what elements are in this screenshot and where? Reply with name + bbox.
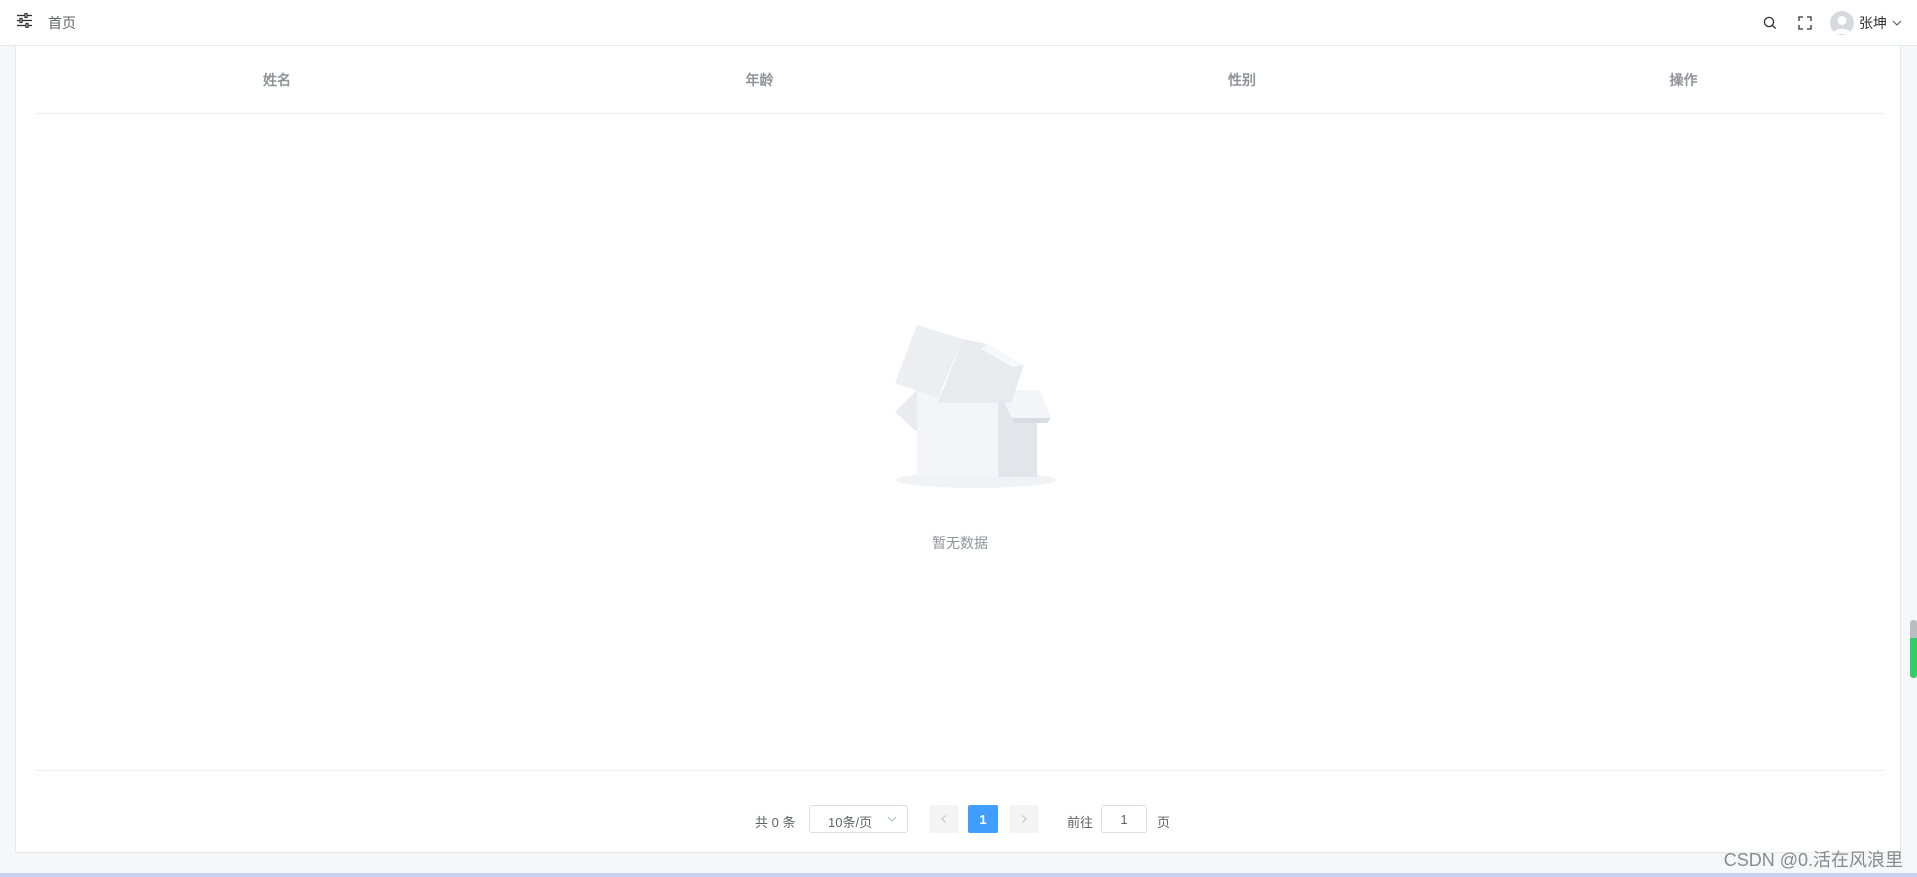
table-header: 姓名 年龄 性别 操作 xyxy=(36,46,1884,114)
content-panel: 姓名 年龄 性别 操作 暂无数据 共 0 条 10条/页 1 前往 1 页 xyxy=(15,46,1901,853)
column-header-gender: 性别 xyxy=(1228,71,1256,88)
column-header-actions: 操作 xyxy=(1669,71,1698,88)
chevron-down-icon xyxy=(887,816,897,822)
watermark: CSDN @0.活在风浪里 xyxy=(1723,850,1903,870)
fullscreen-icon[interactable] xyxy=(1795,13,1815,33)
goto-suffix: 页 xyxy=(1157,815,1171,830)
empty-text: 暂无数据 xyxy=(932,535,988,551)
column-header-name: 姓名 xyxy=(263,71,291,88)
chevron-down-icon[interactable] xyxy=(1891,17,1903,29)
empty-box-icon xyxy=(895,325,1056,488)
search-icon[interactable] xyxy=(1760,13,1780,33)
column-header-age: 年龄 xyxy=(745,71,774,88)
user-name[interactable]: 张坤 xyxy=(1859,13,1887,33)
bottom-strip xyxy=(0,873,1917,877)
next-page-button[interactable] xyxy=(1009,805,1039,833)
breadcrumb-home[interactable]: 首页 xyxy=(48,13,76,33)
goto-label: 前往 xyxy=(1067,815,1094,830)
scrollbar-accent xyxy=(1910,638,1917,678)
avatar-icon[interactable] xyxy=(1830,11,1854,35)
page-number-button[interactable]: 1 xyxy=(968,805,998,833)
top-navbar: 首页 张坤 xyxy=(0,0,1917,46)
sliders-icon[interactable] xyxy=(16,12,33,29)
table-empty-state: 暂无数据 xyxy=(36,115,1884,771)
header-actions: 张坤 xyxy=(1760,0,1903,46)
chevron-left-icon xyxy=(941,815,946,823)
page-size-value: 10条/页 xyxy=(828,815,873,830)
prev-page-button[interactable] xyxy=(929,805,959,833)
page-size-select[interactable]: 10条/页 xyxy=(809,805,908,833)
chevron-right-icon xyxy=(1022,815,1027,823)
pagination: 共 0 条 10条/页 1 前往 页 xyxy=(16,805,1902,835)
pagination-total: 共 0 条 xyxy=(755,815,796,830)
goto-page-input[interactable] xyxy=(1101,805,1147,833)
scrollbar[interactable] xyxy=(1910,620,1917,678)
